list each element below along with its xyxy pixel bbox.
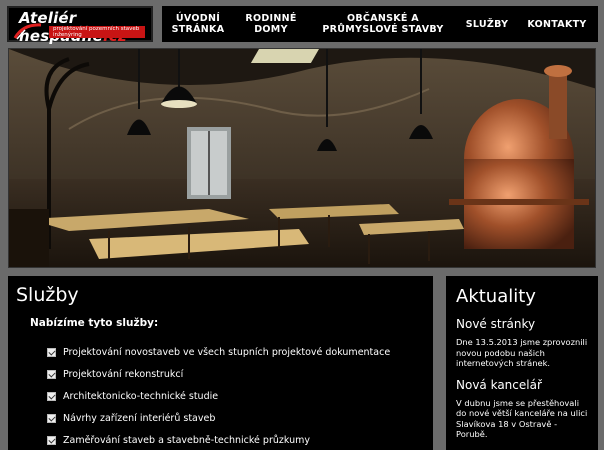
checkmark-icon [47, 347, 56, 357]
list-item: Projektování rekonstrukcí [47, 363, 425, 385]
news-panel: Aktuality Nové stránky Dne 13.5.2013 jsm… [446, 276, 598, 450]
logo-subtitle: projektování pozemních staveb inženýring [49, 26, 145, 38]
list-item: Zaměřování staveb a stavebně-technické p… [47, 429, 425, 450]
news-heading[interactable]: Nové stránky [456, 317, 588, 332]
services-title: Služby [16, 284, 79, 306]
service-label: Projektování rekonstrukcí [63, 368, 184, 380]
hero-image [9, 49, 595, 267]
checkmark-icon [47, 413, 56, 423]
news-text: V dubnu jsme se přestěhovali do nové vět… [456, 397, 588, 440]
nav-item-civic-industrial[interactable]: OBČANSKÉ A PRŮMYSLOVÉ STAVBY [308, 6, 458, 42]
list-item: Návrhy zařízení interiérů staveb [47, 407, 425, 429]
list-item: Projektování novostaveb ve všech stupníc… [47, 341, 425, 363]
services-panel: Služby Nabízíme tyto služby: Projektován… [8, 276, 433, 450]
news-text: Dne 13.5.2013 jsme zprovoznili novou pod… [456, 337, 588, 368]
services-list: Projektování novostaveb ve všech stupníc… [47, 341, 425, 450]
news-heading[interactable]: Nová kancelář [456, 378, 588, 393]
checkmark-icon [47, 369, 56, 379]
service-label: Projektování novostaveb ve všech stupníc… [63, 346, 391, 358]
site-header: Ateliér nespadne.cz projektování pozemní… [0, 0, 604, 45]
site-logo[interactable]: Ateliér nespadne.cz projektování pozemní… [7, 6, 153, 45]
nav-item-contacts[interactable]: KONTAKTY [516, 6, 598, 42]
service-label: Zaměřování staveb a stavebně-technické p… [63, 434, 310, 446]
checkmark-icon [47, 435, 56, 445]
service-label: Architektonicko-technické studie [63, 390, 219, 402]
main-nav: ÚVODNÍ STRÁNKA RODINNÉ DOMY OBČANSKÉ A P… [162, 6, 598, 42]
list-item: Architektonicko-technické studie [47, 385, 425, 407]
nav-item-home[interactable]: ÚVODNÍ STRÁNKA [162, 6, 234, 42]
nav-item-services[interactable]: SLUŽBY [458, 6, 516, 42]
nav-item-family-houses[interactable]: RODINNÉ DOMY [234, 6, 308, 42]
checkmark-icon [47, 391, 56, 401]
services-lead: Nabízíme tyto služby: [30, 317, 159, 329]
hero-slider[interactable] [8, 48, 596, 268]
news-title: Aktuality [456, 286, 536, 307]
logo-subtitle-line2: inženýring [53, 32, 82, 38]
logo-title-part1: Ateliér [19, 9, 77, 27]
service-label: Návrhy zařízení interiérů staveb [63, 412, 216, 424]
